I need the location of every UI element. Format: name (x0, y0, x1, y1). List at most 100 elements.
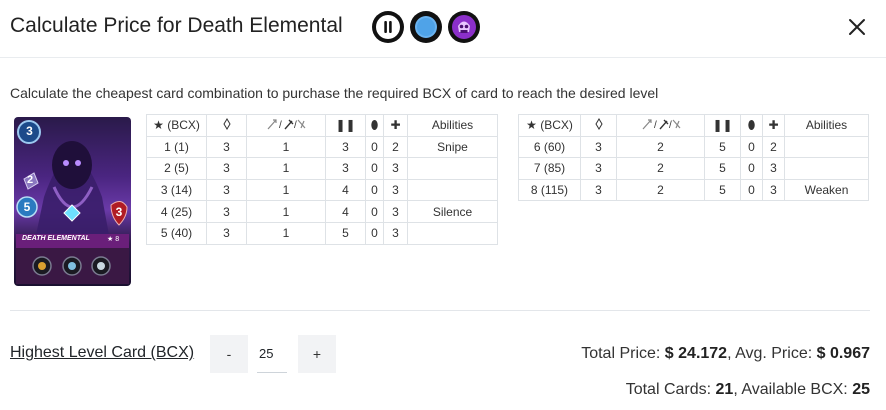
cell-mana: 3 (206, 178, 247, 202)
svg-text:/: / (279, 120, 282, 130)
cell-speed: 3 (325, 157, 366, 180)
star-icon: ★ (153, 118, 164, 133)
mana-icon (580, 114, 617, 137)
card-image: 3 2 5 3 DEATH ELEMENTAL ★ 8 (14, 117, 131, 286)
cell-attack: 1 (246, 200, 326, 223)
abilities-header: Abilities (407, 114, 498, 137)
cell-attack: 2 (616, 157, 705, 180)
card-level: ★ 8 (107, 236, 120, 243)
cell-level: 6 (60) (518, 135, 581, 159)
highest-level-link[interactable]: Highest Level Card (BCX) (10, 344, 194, 362)
cell-abilities: Weaken (784, 178, 869, 202)
attack-icon: / / (246, 114, 326, 137)
cell-speed: 5 (704, 178, 741, 202)
available-bcx-value: 25 (852, 381, 870, 398)
table-row: 4 (25) 3 1 4 0 3 Silence (146, 200, 498, 223)
cell-mana: 3 (206, 200, 247, 223)
cell-health: 3 (383, 157, 408, 180)
close-icon[interactable] (846, 16, 868, 38)
cell-level: 2 (5) (146, 157, 207, 180)
pause-icon (372, 11, 404, 43)
cell-armor: 0 (365, 200, 384, 223)
cell-health: 2 (762, 135, 785, 159)
stats-table-left: ★ (BCX) / / ❚❚ ⬮ ✚ Abilities 1 (1) 3 1 3 0 2 Sn… (146, 114, 498, 245)
decrement-button[interactable]: - (210, 335, 248, 373)
cell-speed: 5 (704, 135, 741, 159)
card-health: 3 (115, 205, 123, 219)
table-row: 8 (115) 3 2 5 0 3 Weaken (518, 178, 869, 202)
cell-level: 8 (115) (518, 178, 581, 202)
cell-attack: 2 (616, 178, 705, 202)
cell-level: 1 (1) (146, 135, 207, 159)
blue-circle-icon (410, 11, 442, 43)
armor-icon: ⬮ (740, 114, 763, 137)
cell-mana: 3 (206, 221, 247, 245)
health-icon: ✚ (762, 114, 785, 137)
avg-price-value: $ 0.967 (816, 345, 870, 362)
cell-attack: 1 (246, 178, 326, 202)
available-bcx-label: , Available BCX: (733, 381, 853, 398)
speed-icon: ❚❚ (325, 114, 366, 137)
table-row: 7 (85) 3 2 5 0 3 (518, 157, 869, 180)
cell-attack: 1 (246, 221, 326, 245)
badge-group (372, 11, 480, 43)
stats-table-right: ★ (BCX) / / ❚❚ ⬮ ✚ Abilities 6 (60) 3 2 5 0 2 7… (518, 114, 869, 202)
armor-icon: ⬮ (365, 114, 384, 137)
total-cards-value: 21 (715, 381, 734, 398)
cell-speed: 4 (325, 200, 366, 223)
cell-level: 7 (85) (518, 157, 581, 180)
description-text: Calculate the cheapest card combination … (10, 85, 659, 101)
bcx-input[interactable] (257, 335, 287, 373)
level-column-header: ★ (BCX) (146, 114, 207, 137)
price-summary: Total Price: $ 24.172, Avg. Price: $ 0.9… (581, 345, 870, 363)
cell-armor: 0 (365, 135, 384, 159)
cell-health: 3 (762, 178, 785, 202)
cell-speed: 4 (325, 178, 366, 202)
table-header-row: ★ (BCX) / / ❚❚ ⬮ ✚ Abilities (146, 114, 498, 137)
cell-abilities (784, 135, 869, 159)
modal-title: Calculate Price for Death Elemental (10, 14, 343, 37)
increment-button[interactable]: + (298, 335, 336, 373)
table-row: 1 (1) 3 1 3 0 2 Snipe (146, 135, 498, 159)
cell-attack: 1 (246, 157, 326, 180)
cell-abilities (407, 178, 498, 202)
divider (10, 310, 870, 311)
avg-price-label: , Avg. Price: (727, 345, 817, 362)
cell-level: 3 (14) (146, 178, 207, 202)
cell-mana: 3 (580, 135, 617, 159)
table-header-row: ★ (BCX) / / ❚❚ ⬮ ✚ Abilities (518, 114, 869, 137)
cell-health: 2 (383, 135, 408, 159)
card-mana: 3 (26, 124, 33, 138)
level-column-header: ★ (BCX) (518, 114, 581, 137)
svg-text:/: / (294, 120, 297, 130)
cell-armor: 0 (365, 221, 384, 245)
table-row: 5 (40) 3 1 5 0 3 (146, 221, 498, 245)
svg-text:/: / (654, 120, 657, 130)
cell-attack: 2 (616, 135, 705, 159)
cell-abilities: Snipe (407, 135, 498, 159)
cell-mana: 3 (580, 178, 617, 202)
death-splinter-icon (448, 11, 480, 43)
attack-icon: / / (616, 114, 705, 137)
modal-header: Calculate Price for Death Elemental (0, 0, 886, 58)
health-icon: ✚ (383, 114, 408, 137)
cell-health: 3 (762, 157, 785, 180)
mana-icon (206, 114, 247, 137)
cell-mana: 3 (580, 157, 617, 180)
total-price-label: Total Price: (581, 345, 665, 362)
cell-health: 3 (383, 200, 408, 223)
cell-health: 3 (383, 221, 408, 245)
cards-summary: Total Cards: 21, Available BCX: 25 (626, 381, 870, 399)
bcx-header-label: (BCX) (167, 118, 200, 133)
cell-mana: 3 (206, 157, 247, 180)
card-melee: 2 (26, 174, 34, 186)
total-price-value: $ 24.172 (664, 345, 728, 362)
cell-mana: 3 (206, 135, 247, 159)
star-icon: ★ (526, 118, 537, 133)
cell-armor: 0 (365, 178, 384, 202)
cell-level: 5 (40) (146, 221, 207, 245)
cell-armor: 0 (365, 157, 384, 180)
cell-abilities (407, 221, 498, 245)
abilities-header: Abilities (784, 114, 869, 137)
table-row: 3 (14) 3 1 4 0 3 (146, 178, 498, 202)
